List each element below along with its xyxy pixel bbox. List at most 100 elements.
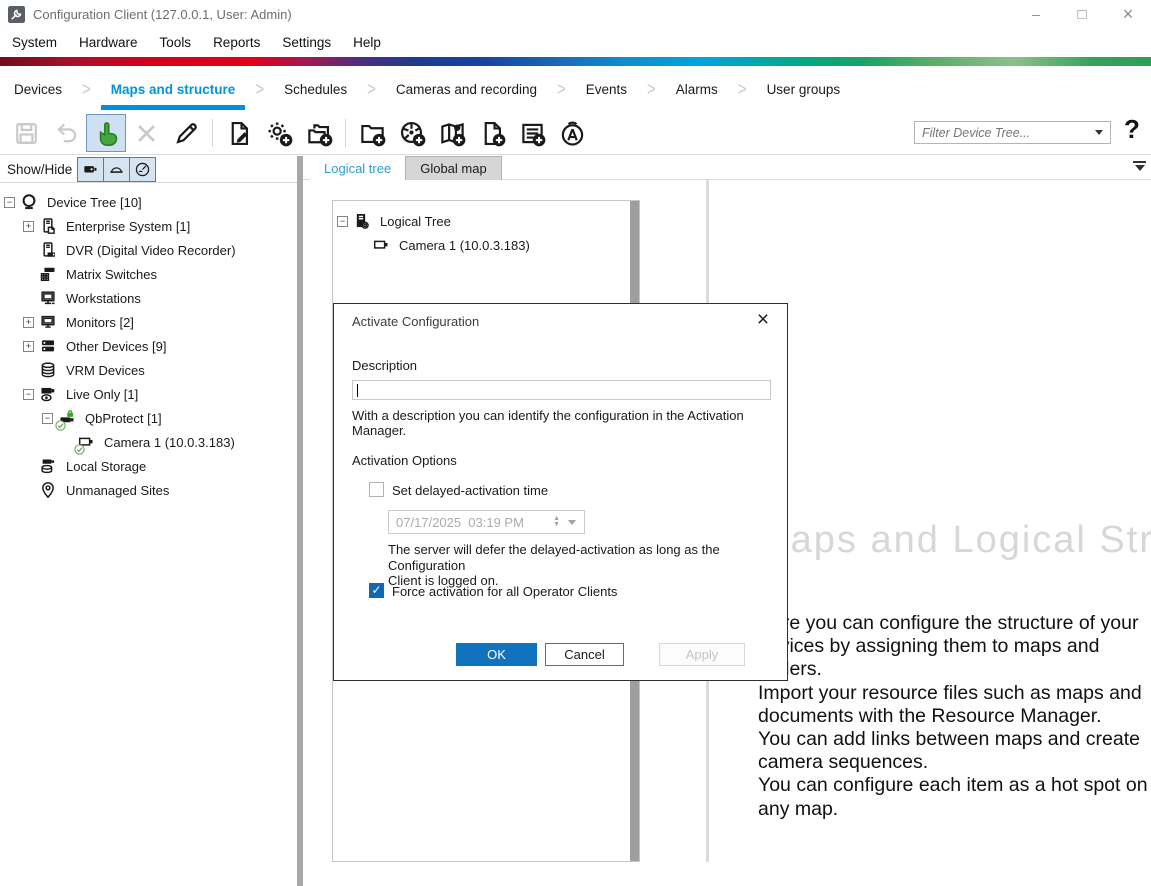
ok-button[interactable]: OK — [456, 643, 537, 666]
tree-item-local-storage[interactable]: Local Storage — [0, 454, 297, 478]
close-button[interactable]: × — [1105, 0, 1151, 28]
menu-item-system[interactable]: System — [1, 35, 68, 50]
device-tree-filter[interactable] — [914, 121, 1111, 144]
other-devices-icon — [39, 337, 59, 355]
tree-item-label: VRM Devices — [66, 363, 145, 378]
matrix-switch-icon — [39, 265, 59, 283]
chevron-right-icon: > — [255, 78, 264, 99]
force-activation-checkbox[interactable]: ✓ — [369, 583, 384, 598]
expander-icon[interactable]: − — [337, 216, 348, 227]
edit-document-button[interactable] — [219, 114, 259, 152]
tree-item-label: DVR (Digital Video Recorder) — [66, 243, 236, 258]
add-resource-button[interactable] — [512, 114, 552, 152]
tree-item-label: Workstations — [66, 291, 141, 306]
toggle-other[interactable] — [130, 157, 156, 182]
camera-icon — [77, 433, 97, 451]
tree-item-dvr[interactable]: DVR (Digital Video Recorder) — [0, 238, 297, 262]
page-tab-alarms[interactable]: Alarms — [662, 66, 732, 112]
tree-item-vrm-devices[interactable]: VRM Devices — [0, 358, 297, 382]
dialog-close-icon[interactable]: × — [751, 308, 775, 332]
cancel-button[interactable]: Cancel — [545, 643, 624, 666]
sh-dome-icon — [108, 161, 125, 178]
live-only-icon — [39, 385, 59, 403]
delayed-activation-datetime[interactable]: 07/17/2025 03:19 PM ▲▼ — [388, 510, 585, 534]
device-tree-panel: Show/Hide −Device Tree [10]+Enterprise S… — [0, 156, 297, 886]
tree-item-camera-1[interactable]: Camera 1 (10.0.3.183) — [0, 430, 297, 454]
help-button[interactable]: ? — [1124, 114, 1140, 145]
tab-logical-tree[interactable]: Logical tree — [310, 156, 405, 180]
dropdown-arrow-icon[interactable] — [1095, 130, 1103, 135]
toggle-cameras[interactable] — [77, 157, 104, 182]
tree-item-qbprotect[interactable]: −QbProtect [1] — [0, 406, 297, 430]
page-tab-events[interactable]: Events — [572, 66, 641, 112]
tree-item-unmanaged-sites[interactable]: Unmanaged Sites — [0, 478, 297, 502]
menu-item-settings[interactable]: Settings — [271, 35, 342, 50]
page-tab-cameras-and-recording[interactable]: Cameras and recording — [382, 66, 551, 112]
sh-camera-icon — [82, 161, 99, 178]
minimize-button[interactable]: – — [1013, 0, 1059, 28]
page-tab-user-groups[interactable]: User groups — [753, 66, 855, 112]
add-document-button[interactable] — [472, 114, 512, 152]
tree-item-logical-tree-root[interactable]: −Logical Tree — [333, 209, 639, 233]
add-folder-button[interactable] — [352, 114, 392, 152]
panel-splitter[interactable] — [297, 156, 303, 886]
description-label: Description — [352, 358, 417, 373]
content-tabs: Logical treeGlobal map — [310, 156, 502, 180]
delete-icon — [133, 120, 160, 147]
expander-icon[interactable]: − — [4, 197, 15, 208]
tree-item-enterprise-system[interactable]: +Enterprise System [1] — [0, 214, 297, 238]
expander-icon[interactable]: − — [42, 413, 53, 424]
tree-item-matrix-switches[interactable]: Matrix Switches — [0, 262, 297, 286]
menu-item-tools[interactable]: Tools — [149, 35, 203, 50]
toggle-domes[interactable] — [104, 157, 130, 182]
dropdown-arrow-icon[interactable] — [568, 520, 576, 525]
tree-item-monitors[interactable]: + Monitors [2] — [0, 310, 297, 334]
tree-item-label: Matrix Switches — [66, 267, 157, 282]
menu-item-reports[interactable]: Reports — [202, 35, 271, 50]
tree-item-device-tree[interactable]: − Device Tree [10] — [0, 190, 297, 214]
rename-button[interactable] — [166, 114, 206, 152]
collapse-pane-icon[interactable] — [1133, 161, 1146, 171]
add-camera-sequence-button[interactable] — [392, 114, 432, 152]
add-map-link-icon — [439, 120, 466, 147]
add-maps-button[interactable] — [299, 114, 339, 152]
description-input[interactable] — [352, 380, 771, 400]
spinner-icon[interactable]: ▲▼ — [553, 516, 560, 528]
qbprotect-icon — [58, 409, 78, 427]
menu-item-help[interactable]: Help — [342, 35, 392, 50]
expander-icon[interactable]: + — [23, 341, 34, 352]
add-device-icon — [266, 120, 293, 147]
add-resource-icon — [519, 120, 546, 147]
chevron-right-icon: > — [647, 78, 656, 99]
tab-global-map[interactable]: Global map — [405, 156, 501, 180]
filter-input[interactable] — [915, 126, 1095, 140]
apply-button[interactable]: Apply — [659, 643, 745, 666]
tree-item-live-only[interactable]: − Live Only [1] — [0, 382, 297, 406]
menu-item-hardware[interactable]: Hardware — [68, 35, 149, 50]
expander-icon[interactable]: + — [23, 221, 34, 232]
page-tab-maps-and-structure[interactable]: Maps and structure — [97, 66, 250, 112]
add-malfunction-relay-button[interactable] — [552, 114, 592, 152]
page-tab-schedules[interactable]: Schedules — [270, 66, 361, 112]
expander-icon[interactable]: + — [23, 317, 34, 328]
maximize-button[interactable]: □ — [1059, 0, 1105, 28]
tree-item-label: Monitors [2] — [66, 315, 134, 330]
tree-item-label: Device Tree [10] — [47, 195, 142, 210]
unmanaged-sites-icon — [39, 481, 59, 499]
add-device-button[interactable] — [259, 114, 299, 152]
device-tree: − Device Tree [10] +Enterprise System [1] D… — [0, 183, 297, 502]
tree-item-label: Live Only [1] — [66, 387, 138, 402]
activate-configuration-button[interactable] — [86, 114, 126, 152]
tree-item-other-devices[interactable]: +Other Devices [9] — [0, 334, 297, 358]
datetime-value: 07/17/2025 03:19 PM — [389, 515, 553, 530]
delayed-activation-note: The server will defer the delayed-activa… — [388, 542, 787, 589]
expander-icon[interactable]: − — [23, 389, 34, 400]
undo-button — [46, 114, 86, 152]
tree-item-camera-1[interactable]: Camera 1 (10.0.3.183) — [333, 233, 639, 257]
delayed-activation-checkbox[interactable] — [369, 482, 384, 497]
undo-icon — [53, 120, 80, 147]
vrm-icon — [39, 361, 59, 379]
add-map-link-button[interactable] — [432, 114, 472, 152]
tree-item-workstations[interactable]: Workstations — [0, 286, 297, 310]
page-tab-devices[interactable]: Devices — [0, 66, 76, 112]
